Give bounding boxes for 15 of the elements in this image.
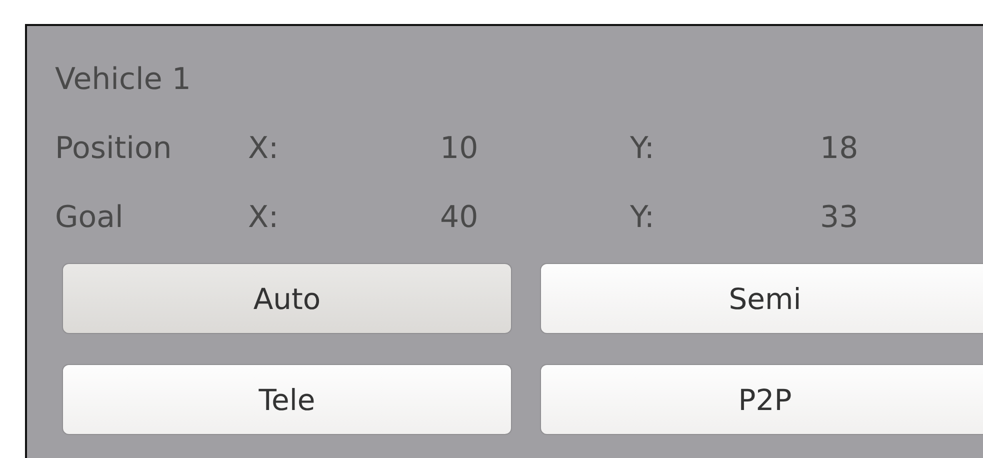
mode-button[interactable]: Tele: [62, 364, 512, 435]
row-label: Goal: [55, 199, 124, 237]
mode-button[interactable]: Auto: [62, 263, 512, 334]
y-label: Y:: [630, 199, 656, 237]
panel-title: Vehicle 1: [55, 61, 192, 99]
x-label: X:: [248, 199, 280, 237]
x-value: 10: [440, 130, 480, 168]
y-label: Y:: [630, 130, 656, 168]
y-value: 33: [820, 199, 860, 237]
row-label: Position: [55, 130, 173, 168]
y-value: 18: [820, 130, 860, 168]
mode-button[interactable]: P2P: [540, 364, 983, 435]
x-label: X:: [248, 130, 280, 168]
x-value: 40: [440, 199, 480, 237]
mode-button[interactable]: Semi: [540, 263, 983, 334]
